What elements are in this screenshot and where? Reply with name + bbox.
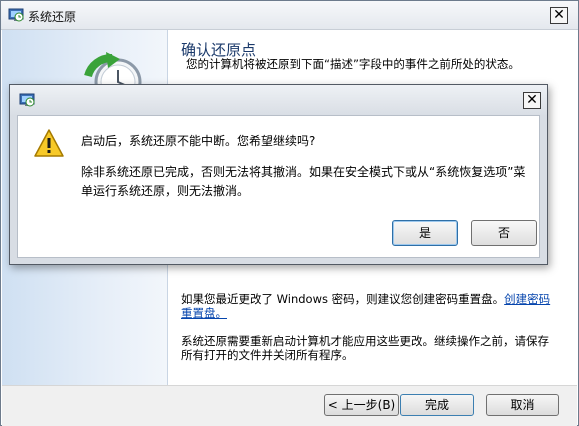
password-notice: 如果您最近更改了 Windows 密码，则建议您创建密码重置盘。创建密码重置盘。 <box>181 292 551 320</box>
yes-button[interactable]: 是 <box>392 220 458 246</box>
close-button[interactable]: ✕ <box>550 7 568 24</box>
dialog-close-button[interactable]: ✕ <box>523 92 541 109</box>
dialog-message: 除非系统还原已完成，否则无法将其撤消。如果在安全模式下或从“系统恢复选项”菜单运… <box>81 165 526 198</box>
confirm-dialog: ✕ 启动后，系统还原不能中断。您希望继续吗? 除非系统还原已完成，否则无法将其撤… <box>9 84 548 265</box>
cancel-button[interactable]: 取消 <box>486 394 559 416</box>
restore-description: 您的计算机将被还原到下面“描述”字段中的事件之前所处的状态。 <box>186 57 520 71</box>
warning-icon <box>33 128 65 158</box>
system-restore-icon <box>19 92 35 108</box>
password-notice-text: 如果您最近更改了 Windows 密码，则建议您创建密码重置盘。 <box>181 292 505 306</box>
dialog-question: 启动后，系统还原不能中断。您希望继续吗? <box>81 134 316 148</box>
finish-button[interactable]: 完成 <box>400 394 474 416</box>
back-button[interactable]: < 上一步(B) <box>324 394 399 416</box>
dialog-content: 启动后，系统还原不能中断。您希望继续吗? 除非系统还原已完成，否则无法将其撤消。… <box>17 115 540 258</box>
dialog-title-bar: ✕ <box>10 85 547 115</box>
window-title: 系统还原 <box>28 10 77 24</box>
no-button[interactable]: 否 <box>471 220 537 246</box>
title-bar: 系统还原 ✕ <box>1 1 578 30</box>
restart-notice: 系统还原需要重新启动计算机才能应用这些更改。继续操作之前，请保存所有打开的文件并… <box>181 334 549 362</box>
system-restore-icon <box>8 7 24 23</box>
wizard-button-bar: < 上一步(B) 完成 取消 <box>2 385 577 426</box>
